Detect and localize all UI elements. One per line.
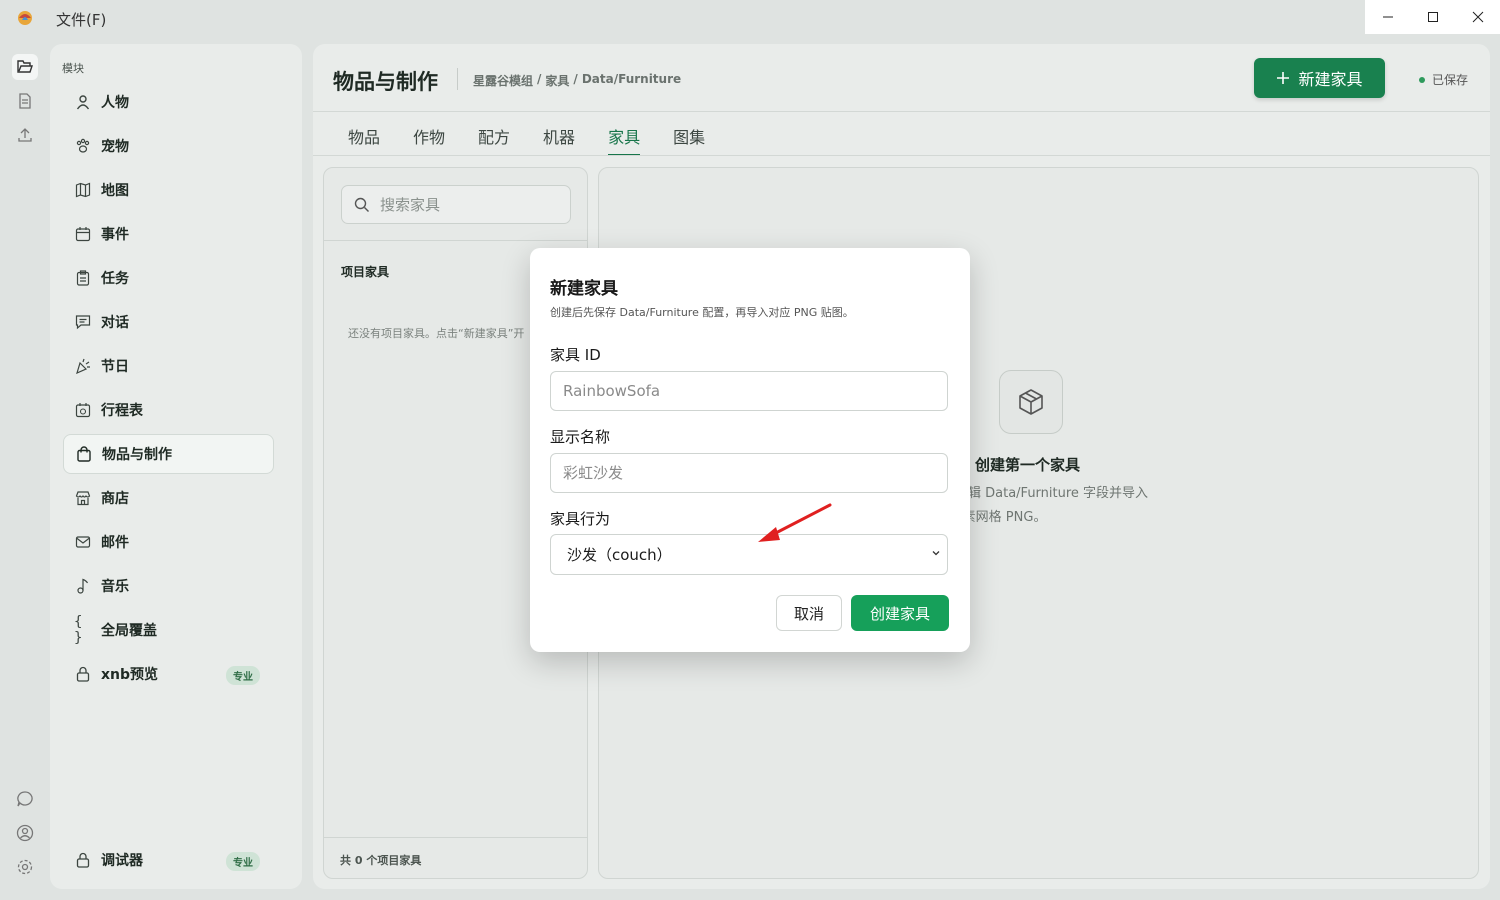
behavior-select[interactable]: 沙发（couch） <box>550 534 948 575</box>
modal-overlay: 新建家具 创建后先保存 Data/Furniture 配置，再导入对应 PNG … <box>0 0 1500 900</box>
dialog-title: 新建家具 <box>550 279 618 299</box>
create-furniture-button[interactable]: 创建家具 <box>851 595 949 631</box>
display-name-label: 显示名称 <box>550 428 611 446</box>
chevron-down-icon <box>932 551 940 556</box>
behavior-selected-value: 沙发（couch） <box>567 546 672 564</box>
display-name-input[interactable] <box>550 453 948 493</box>
furniture-id-input[interactable] <box>550 371 948 411</box>
furniture-id-label: 家具 ID <box>550 346 601 364</box>
annotation-arrow-icon <box>758 503 832 542</box>
dialog-description: 创建后先保存 Data/Furniture 配置，再导入对应 PNG 贴图。 <box>550 306 854 319</box>
cancel-button[interactable]: 取消 <box>776 595 842 631</box>
new-furniture-dialog: 新建家具 创建后先保存 Data/Furniture 配置，再导入对应 PNG … <box>530 248 970 652</box>
behavior-label: 家具行为 <box>550 510 611 528</box>
